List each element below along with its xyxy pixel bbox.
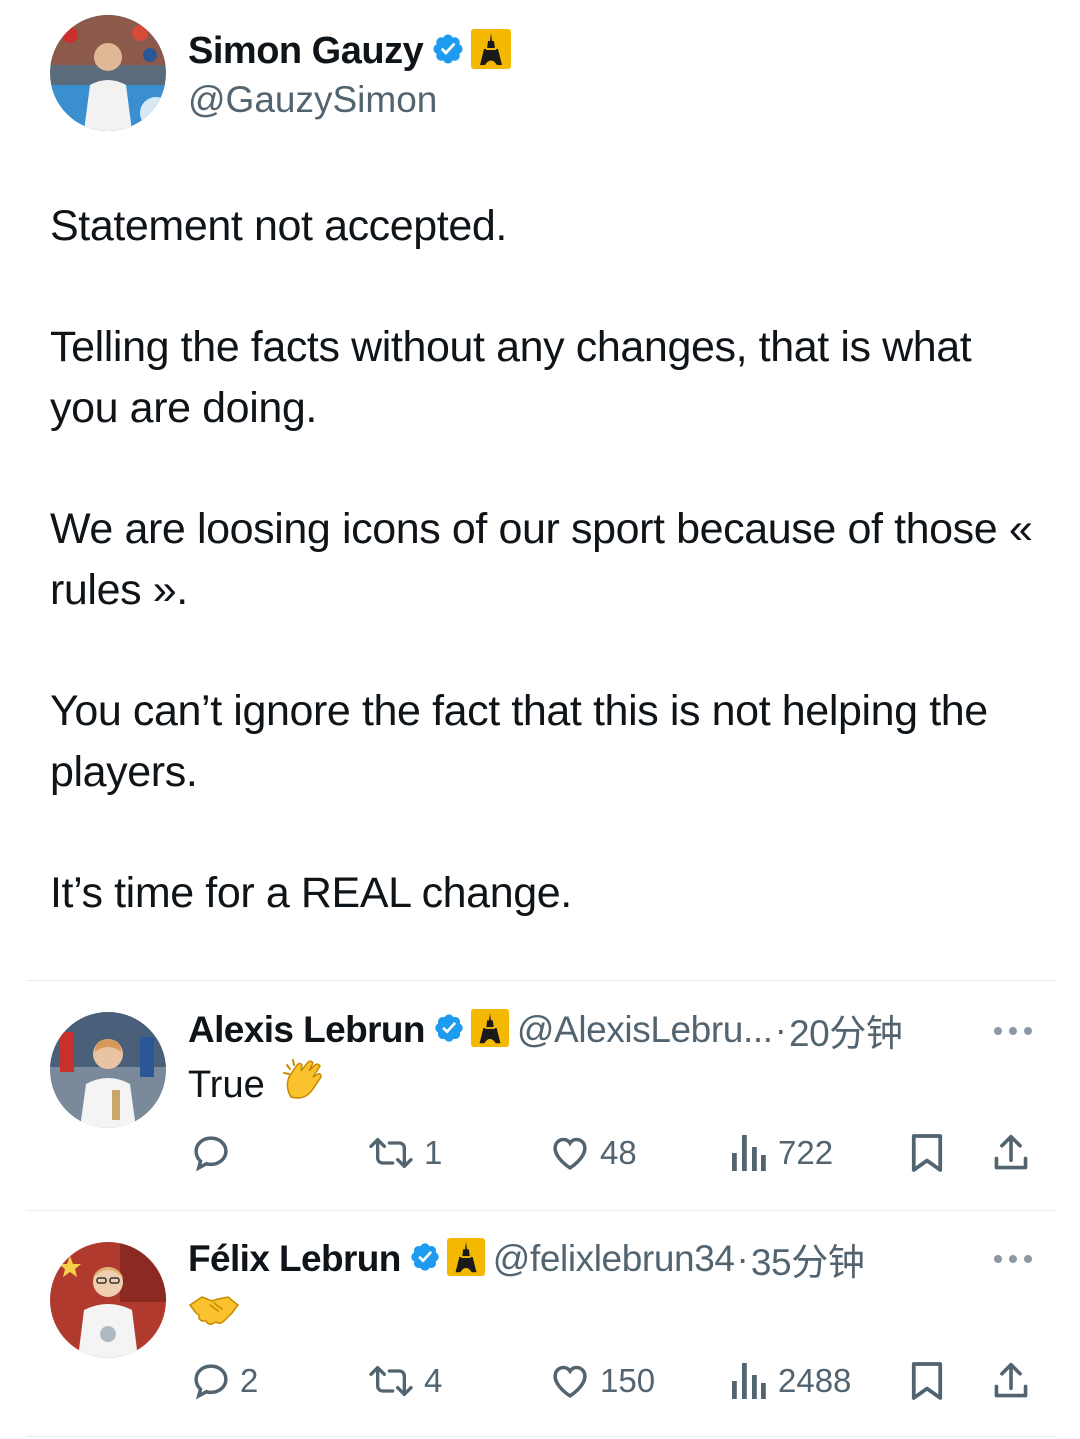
timestamp[interactable]: 20分钟 — [789, 1003, 903, 1057]
reply-icon — [190, 1360, 232, 1402]
views-button[interactable]: 2488 — [730, 1360, 851, 1402]
clapping-hands-icon — [281, 1057, 327, 1113]
eiffel-tower-icon — [470, 1008, 509, 1052]
like-count: 48 — [600, 1134, 637, 1171]
avatar[interactable] — [50, 1242, 166, 1358]
display-name[interactable]: Simon Gauzy — [188, 30, 424, 73]
avatar[interactable] — [50, 1012, 166, 1128]
handle[interactable]: @felixlebrun34 — [493, 1238, 735, 1280]
views-button[interactable]: 722 — [730, 1132, 833, 1174]
share-icon — [992, 1361, 1030, 1401]
timestamp[interactable]: 35分钟 — [751, 1232, 865, 1286]
display-name[interactable]: Félix Lebrun — [188, 1238, 401, 1280]
display-name[interactable]: Alexis Lebrun — [188, 1009, 425, 1051]
verified-badge-icon — [409, 1241, 441, 1278]
eiffel-tower-icon — [471, 28, 512, 74]
heart-icon — [548, 1360, 592, 1402]
verified-badge-icon — [433, 1012, 465, 1049]
reply-count: 2 — [240, 1362, 259, 1399]
bookmark-icon — [910, 1360, 944, 1402]
share-icon — [992, 1133, 1030, 1173]
bookmark-button[interactable] — [910, 1360, 944, 1402]
views-count: 2488 — [778, 1362, 852, 1399]
reply-icon — [190, 1132, 232, 1174]
main-tweet-author: Simon Gauzy @GauzySimon — [50, 15, 512, 135]
bookmark-icon — [910, 1132, 944, 1174]
views-count: 722 — [778, 1134, 834, 1171]
avatar[interactable] — [50, 15, 166, 131]
tweet-paragraph: Statement not accepted. — [50, 202, 507, 250]
retweet-icon — [366, 1133, 416, 1173]
handle[interactable]: @AlexisLebru... — [517, 1009, 773, 1051]
retweet-button[interactable]: 4 — [366, 1360, 442, 1402]
more-icon[interactable] — [992, 1024, 1034, 1036]
eiffel-tower-icon — [446, 1237, 485, 1281]
bookmark-button[interactable] — [910, 1132, 944, 1174]
like-button[interactable]: 150 — [548, 1360, 655, 1402]
separator: · — [774, 1009, 787, 1050]
reply-text — [188, 1290, 240, 1340]
like-button[interactable]: 48 — [548, 1132, 637, 1174]
tweet-paragraph: It’s time for a REAL change. — [50, 869, 572, 917]
like-count: 150 — [600, 1362, 656, 1399]
share-button[interactable] — [992, 1360, 1030, 1402]
verified-badge-icon — [431, 32, 465, 71]
tweet-text: Statement not accepted. Telling the fact… — [50, 196, 1040, 984]
retweet-count: 4 — [424, 1362, 443, 1399]
reply-text: True — [188, 1057, 327, 1113]
reply-button[interactable]: 2 — [190, 1360, 258, 1402]
handshake-icon — [188, 1291, 240, 1339]
reply-text-content: True — [188, 1063, 265, 1106]
divider — [26, 1436, 1056, 1437]
reply-header: Félix Lebrun @felixlebrun34 · 35分钟 — [188, 1232, 865, 1286]
heart-icon — [548, 1132, 592, 1174]
views-icon — [730, 1361, 766, 1401]
share-button[interactable] — [992, 1132, 1030, 1174]
retweet-count: 1 — [424, 1134, 443, 1171]
tweet-paragraph: Telling the facts without any changes, t… — [50, 323, 972, 432]
divider — [26, 1210, 1056, 1211]
tweet-paragraph: We are loosing icons of our sport becaus… — [50, 505, 1033, 614]
reply-header: Alexis Lebrun @AlexisLebru... · 20分钟 — [188, 1005, 903, 1055]
separator: · — [736, 1238, 749, 1279]
retweet-button[interactable]: 1 — [366, 1132, 442, 1174]
divider — [26, 980, 1056, 981]
tweet-paragraph: You can’t ignore the fact that this is n… — [50, 687, 988, 796]
views-icon — [730, 1133, 766, 1173]
more-icon[interactable] — [992, 1252, 1034, 1264]
handle[interactable]: @GauzySimon — [188, 79, 511, 121]
retweet-icon — [366, 1361, 416, 1401]
reply-button[interactable] — [190, 1132, 240, 1174]
